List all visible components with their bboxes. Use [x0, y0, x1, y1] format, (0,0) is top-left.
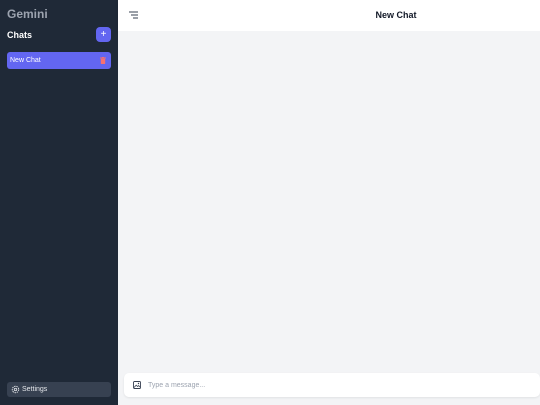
chat-list-item-label: New Chat	[10, 57, 41, 64]
trash-icon[interactable]	[100, 57, 106, 64]
sidebar: Gemini Chats + New Chat Settings	[0, 0, 118, 405]
new-chat-button[interactable]: +	[96, 27, 111, 42]
chats-heading: Chats	[7, 30, 33, 40]
gear-icon	[11, 385, 20, 394]
message-composer	[124, 373, 540, 397]
message-input[interactable]	[148, 378, 528, 392]
image-icon[interactable]	[133, 381, 141, 389]
page-title: New Chat	[375, 10, 417, 20]
settings-label: Settings	[22, 386, 48, 393]
chat-list-item[interactable]: New Chat	[7, 52, 111, 69]
message-area	[118, 31, 540, 371]
chat-header: New Chat	[118, 0, 540, 31]
settings-button[interactable]: Settings	[7, 382, 111, 397]
app-title: Gemini	[7, 7, 48, 21]
